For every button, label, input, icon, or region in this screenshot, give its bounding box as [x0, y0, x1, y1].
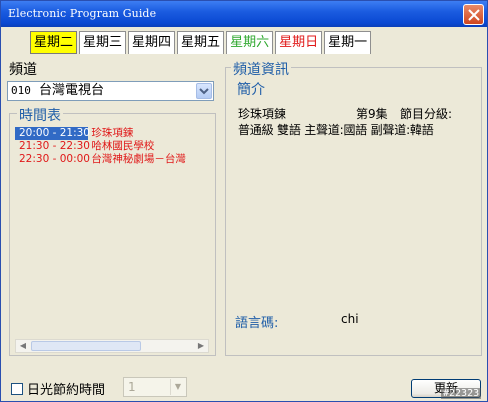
channel-select[interactable]: 010 台灣電視台	[7, 81, 214, 101]
window-title: Electronic Program Guide	[8, 7, 157, 20]
channel-name: 台灣電視台	[39, 83, 105, 98]
horizontal-scrollbar[interactable]: ◀ ▶	[15, 339, 209, 353]
channel-number: 010	[11, 84, 31, 97]
chevron-down-icon	[199, 88, 209, 95]
timezone-value: 1	[128, 380, 136, 394]
day-tabs: 星期二 星期三 星期四 星期五 星期六 星期日 星期一	[30, 31, 373, 55]
episode: 第9集	[356, 107, 388, 121]
channel-label: 頻道	[9, 62, 37, 78]
program-details: 普通級 雙語 主聲道:國語 副聲道:韓語	[238, 123, 434, 137]
schedule-row[interactable]: 20:00 - 21:30 珍珠項鍊	[15, 127, 133, 140]
schedule-time: 20:00 - 21:30	[15, 127, 90, 140]
scroll-thumb[interactable]	[31, 341, 141, 351]
schedule-row[interactable]: 21:30 - 22:30 哈林國民學校	[15, 140, 154, 153]
program-line: 珍珠項鍊 第9集 節目分級:	[238, 105, 452, 122]
tab-wednesday[interactable]: 星期三	[79, 31, 127, 54]
tab-label: 星期一	[328, 35, 368, 50]
checkbox-box[interactable]	[11, 382, 23, 395]
dropdown-button[interactable]	[196, 83, 212, 99]
dst-label: 日光節約時間	[27, 383, 106, 398]
dst-checkbox[interactable]: 日光節約時間	[11, 379, 105, 398]
tab-tuesday[interactable]: 星期二	[30, 31, 78, 54]
schedule-label: 時間表	[17, 105, 63, 125]
intro-label: 簡介	[237, 82, 265, 98]
schedule-time: 21:30 - 22:30	[19, 140, 90, 152]
schedule-title: 珍珠項鍊	[91, 127, 134, 139]
schedule-list[interactable]: 20:00 - 21:30 珍珠項鍊 21:30 - 22:30 哈林國民學校 …	[15, 125, 209, 339]
tab-label: 星期四	[132, 35, 172, 50]
tab-label: 星期二	[34, 35, 74, 50]
epg-window: Electronic Program Guide 星期二 星期三 星期四 星期五…	[0, 0, 488, 402]
language-label: 語言碼:	[235, 316, 279, 331]
tab-saturday[interactable]: 星期六	[226, 31, 274, 54]
scroll-left-icon[interactable]: ◀	[16, 340, 30, 352]
scroll-right-icon[interactable]: ▶	[194, 340, 208, 352]
program-title: 珍珠項鍊	[238, 107, 287, 121]
watermark: #22323	[441, 388, 482, 399]
title-bar[interactable]: Electronic Program Guide	[1, 1, 487, 27]
close-icon	[468, 9, 480, 21]
tab-label: 星期五	[181, 35, 221, 50]
tab-label: 星期日	[279, 35, 319, 50]
tab-thursday[interactable]: 星期四	[128, 31, 176, 54]
tab-sunday[interactable]: 星期日	[275, 31, 323, 54]
tab-label: 星期三	[83, 35, 123, 50]
info-label: 頻道資訊	[231, 59, 291, 79]
tab-label: 星期六	[230, 35, 270, 50]
tab-friday[interactable]: 星期五	[177, 31, 225, 54]
timezone-select[interactable]: 1 ▼	[123, 377, 187, 397]
schedule-title: 哈林國民學校	[91, 140, 155, 152]
schedule-row[interactable]: 22:30 - 00:00 台灣神秘劇場－台灣	[15, 153, 186, 166]
schedule-time: 22:30 - 00:00	[19, 153, 90, 165]
language-value: chi	[341, 312, 359, 326]
close-button[interactable]	[463, 4, 484, 25]
tab-monday[interactable]: 星期一	[324, 31, 372, 54]
chevron-down-icon[interactable]: ▼	[170, 379, 185, 395]
rating-label: 節目分級:	[400, 107, 453, 121]
schedule-title: 台灣神秘劇場－台灣	[91, 153, 186, 165]
